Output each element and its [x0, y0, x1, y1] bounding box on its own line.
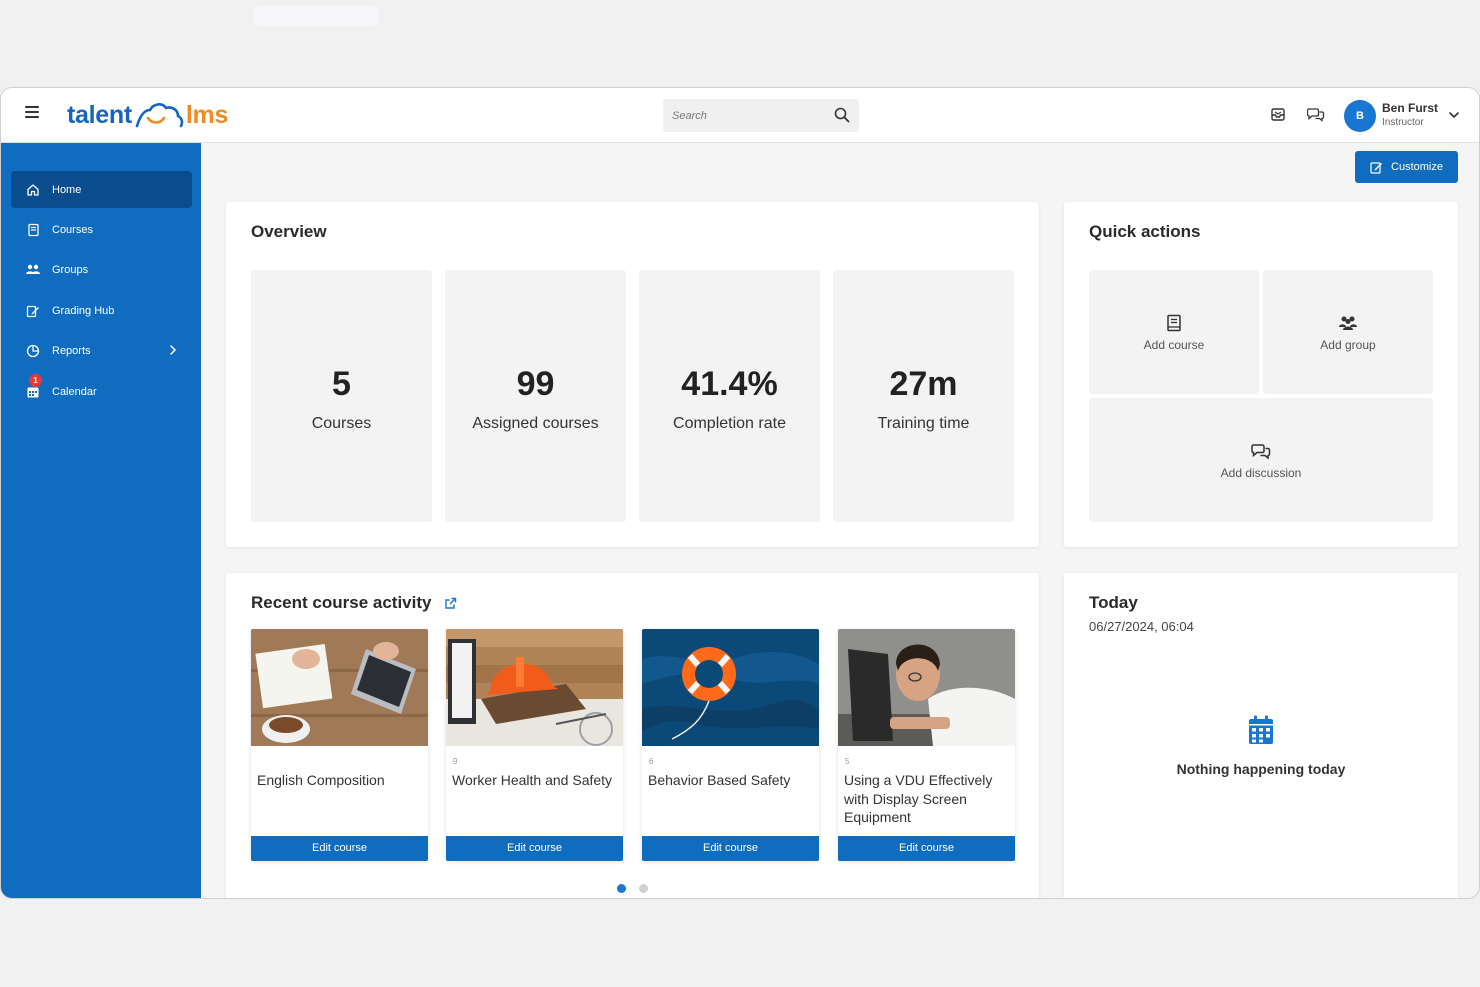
course-card[interactable]: 5 Using a VDU Effectively with Display S… — [838, 629, 1015, 861]
stat-label: Completion rate — [673, 415, 786, 432]
top-bar: talent lms B Ben Furst Instructor — [1, 88, 1479, 143]
grading-icon — [25, 303, 41, 319]
stat-completion-rate[interactable]: 41.4% Completion rate — [639, 270, 820, 522]
sidebar-item-courses[interactable]: Courses — [11, 211, 192, 248]
sidebar-item-label: Groups — [52, 263, 89, 276]
sidebar-item-home[interactable]: Home — [11, 171, 192, 208]
messages-icon[interactable] — [1307, 106, 1325, 122]
chevron-down-icon[interactable] — [1448, 110, 1460, 120]
sidebar-item-groups[interactable]: Groups — [11, 251, 192, 288]
stat-value: 41.4% — [681, 365, 778, 403]
inbox-icon[interactable] — [1270, 106, 1286, 122]
add-discussion-button[interactable]: Add discussion — [1089, 398, 1433, 522]
edit-course-button[interactable]: Edit course — [838, 836, 1015, 861]
user-role: Instructor — [1382, 117, 1424, 128]
course-card[interactable]: English Composition Edit course — [251, 629, 428, 861]
edit-course-button[interactable]: Edit course — [642, 836, 819, 861]
quick-action-label: Add discussion — [1220, 466, 1302, 480]
stat-assigned-courses[interactable]: 99 Assigned courses — [445, 270, 626, 522]
search-input[interactable] — [663, 99, 822, 132]
chevron-right-icon — [170, 345, 177, 355]
home-icon — [25, 182, 41, 198]
edit-course-button[interactable]: Edit course — [251, 836, 428, 861]
stat-training-time[interactable]: 27m Training time — [833, 270, 1014, 522]
recent-activity-title: Recent course activity — [251, 593, 432, 612]
course-card[interactable]: 9 Worker Health and Safety Edit course — [446, 629, 623, 861]
recent-activity-header: Recent course activity — [251, 593, 457, 613]
stat-value: 5 — [332, 365, 351, 403]
course-title[interactable]: Behavior Based Safety — [648, 771, 813, 790]
search-box — [663, 99, 859, 132]
customize-button[interactable]: Customize — [1355, 151, 1458, 183]
customize-label: Customize — [1391, 161, 1443, 173]
course-title[interactable]: Using a VDU Effectively with Display Scr… — [844, 771, 1009, 827]
course-thumbnail-hardhat — [446, 629, 623, 746]
course-count: 6 — [649, 757, 654, 766]
course-thumbnail-writing — [251, 629, 428, 746]
course-count: 5 — [845, 757, 850, 766]
stat-label: Assigned courses — [472, 415, 599, 432]
calendar-icon — [1064, 715, 1458, 745]
overview-title: Overview — [251, 222, 327, 241]
stat-courses[interactable]: 5 Courses — [251, 270, 432, 522]
discussion-icon — [1089, 442, 1433, 460]
sidebar: Home Courses Groups Grading Hub Reports — [1, 143, 201, 898]
course-title[interactable]: Worker Health and Safety — [452, 771, 617, 790]
menu-icon[interactable] — [25, 106, 39, 120]
stat-label: Training time — [877, 415, 970, 432]
book-icon — [25, 222, 41, 238]
logo-text-lms: lms — [185, 100, 229, 129]
sidebar-item-label: Home — [52, 183, 82, 196]
recent-activity-card: Recent course activity English Compositi… — [226, 573, 1039, 898]
sidebar-item-grading-hub[interactable]: Grading Hub — [11, 292, 192, 329]
stat-value: 99 — [516, 365, 555, 403]
overview-card: Overview 5 Courses 99 Assigned courses 4… — [226, 202, 1039, 547]
chart-icon — [25, 343, 41, 359]
today-datetime: 06/27/2024, 06:04 — [1089, 619, 1194, 634]
today-title: Today — [1089, 593, 1138, 612]
app-window: talent lms B Ben Furst Instructor — [0, 87, 1480, 899]
course-card[interactable]: 6 Behavior Based Safety Edit course — [642, 629, 819, 861]
avatar[interactable]: B — [1344, 100, 1376, 132]
course-title[interactable]: English Composition — [257, 771, 422, 790]
quick-action-label: Add group — [1320, 338, 1376, 352]
course-thumbnail-vdu — [838, 629, 1015, 746]
quick-actions-card: Quick actions Add course Add group Add d… — [1064, 202, 1458, 547]
external-link-icon[interactable] — [444, 597, 457, 610]
today-card: Today 06/27/2024, 06:04 Nothing happenin… — [1064, 573, 1458, 898]
talentlms-logo[interactable]: talent lms — [67, 100, 228, 130]
sidebar-item-label: Grading Hub — [52, 304, 115, 317]
stat-label: Courses — [311, 415, 372, 432]
add-course-icon — [1089, 314, 1259, 332]
stat-value: 27m — [889, 365, 958, 403]
logo-text-talent: talent — [67, 100, 132, 129]
add-group-button[interactable]: Add group — [1263, 270, 1433, 394]
edit-course-button[interactable]: Edit course — [446, 836, 623, 861]
users-icon — [25, 262, 41, 278]
cloud-logo-icon — [135, 103, 184, 128]
edit-icon — [1370, 161, 1383, 174]
carousel-dot[interactable] — [639, 884, 648, 893]
notification-badge: 1 — [29, 373, 42, 387]
course-thumbnail-lifebuoy — [642, 629, 819, 746]
search-icon[interactable] — [834, 107, 850, 123]
carousel-dot-active[interactable] — [617, 884, 626, 893]
browser-tab-placeholder — [254, 6, 378, 26]
quick-action-label: Add course — [1143, 338, 1205, 352]
empty-state-message: Nothing happening today — [1176, 761, 1346, 777]
sidebar-item-label: Calendar — [52, 385, 97, 398]
quick-actions-title: Quick actions — [1089, 222, 1201, 241]
sidebar-item-label: Courses — [52, 223, 93, 236]
add-group-icon — [1263, 315, 1433, 331]
calendar-icon: 1 — [25, 373, 42, 400]
add-course-button[interactable]: Add course — [1089, 270, 1259, 394]
course-count: 9 — [453, 757, 458, 766]
sidebar-item-calendar[interactable]: 1 Calendar — [11, 373, 192, 410]
sidebar-item-reports[interactable]: Reports — [11, 332, 192, 369]
user-name[interactable]: Ben Furst — [1382, 101, 1438, 115]
sidebar-item-label: Reports — [52, 344, 91, 357]
